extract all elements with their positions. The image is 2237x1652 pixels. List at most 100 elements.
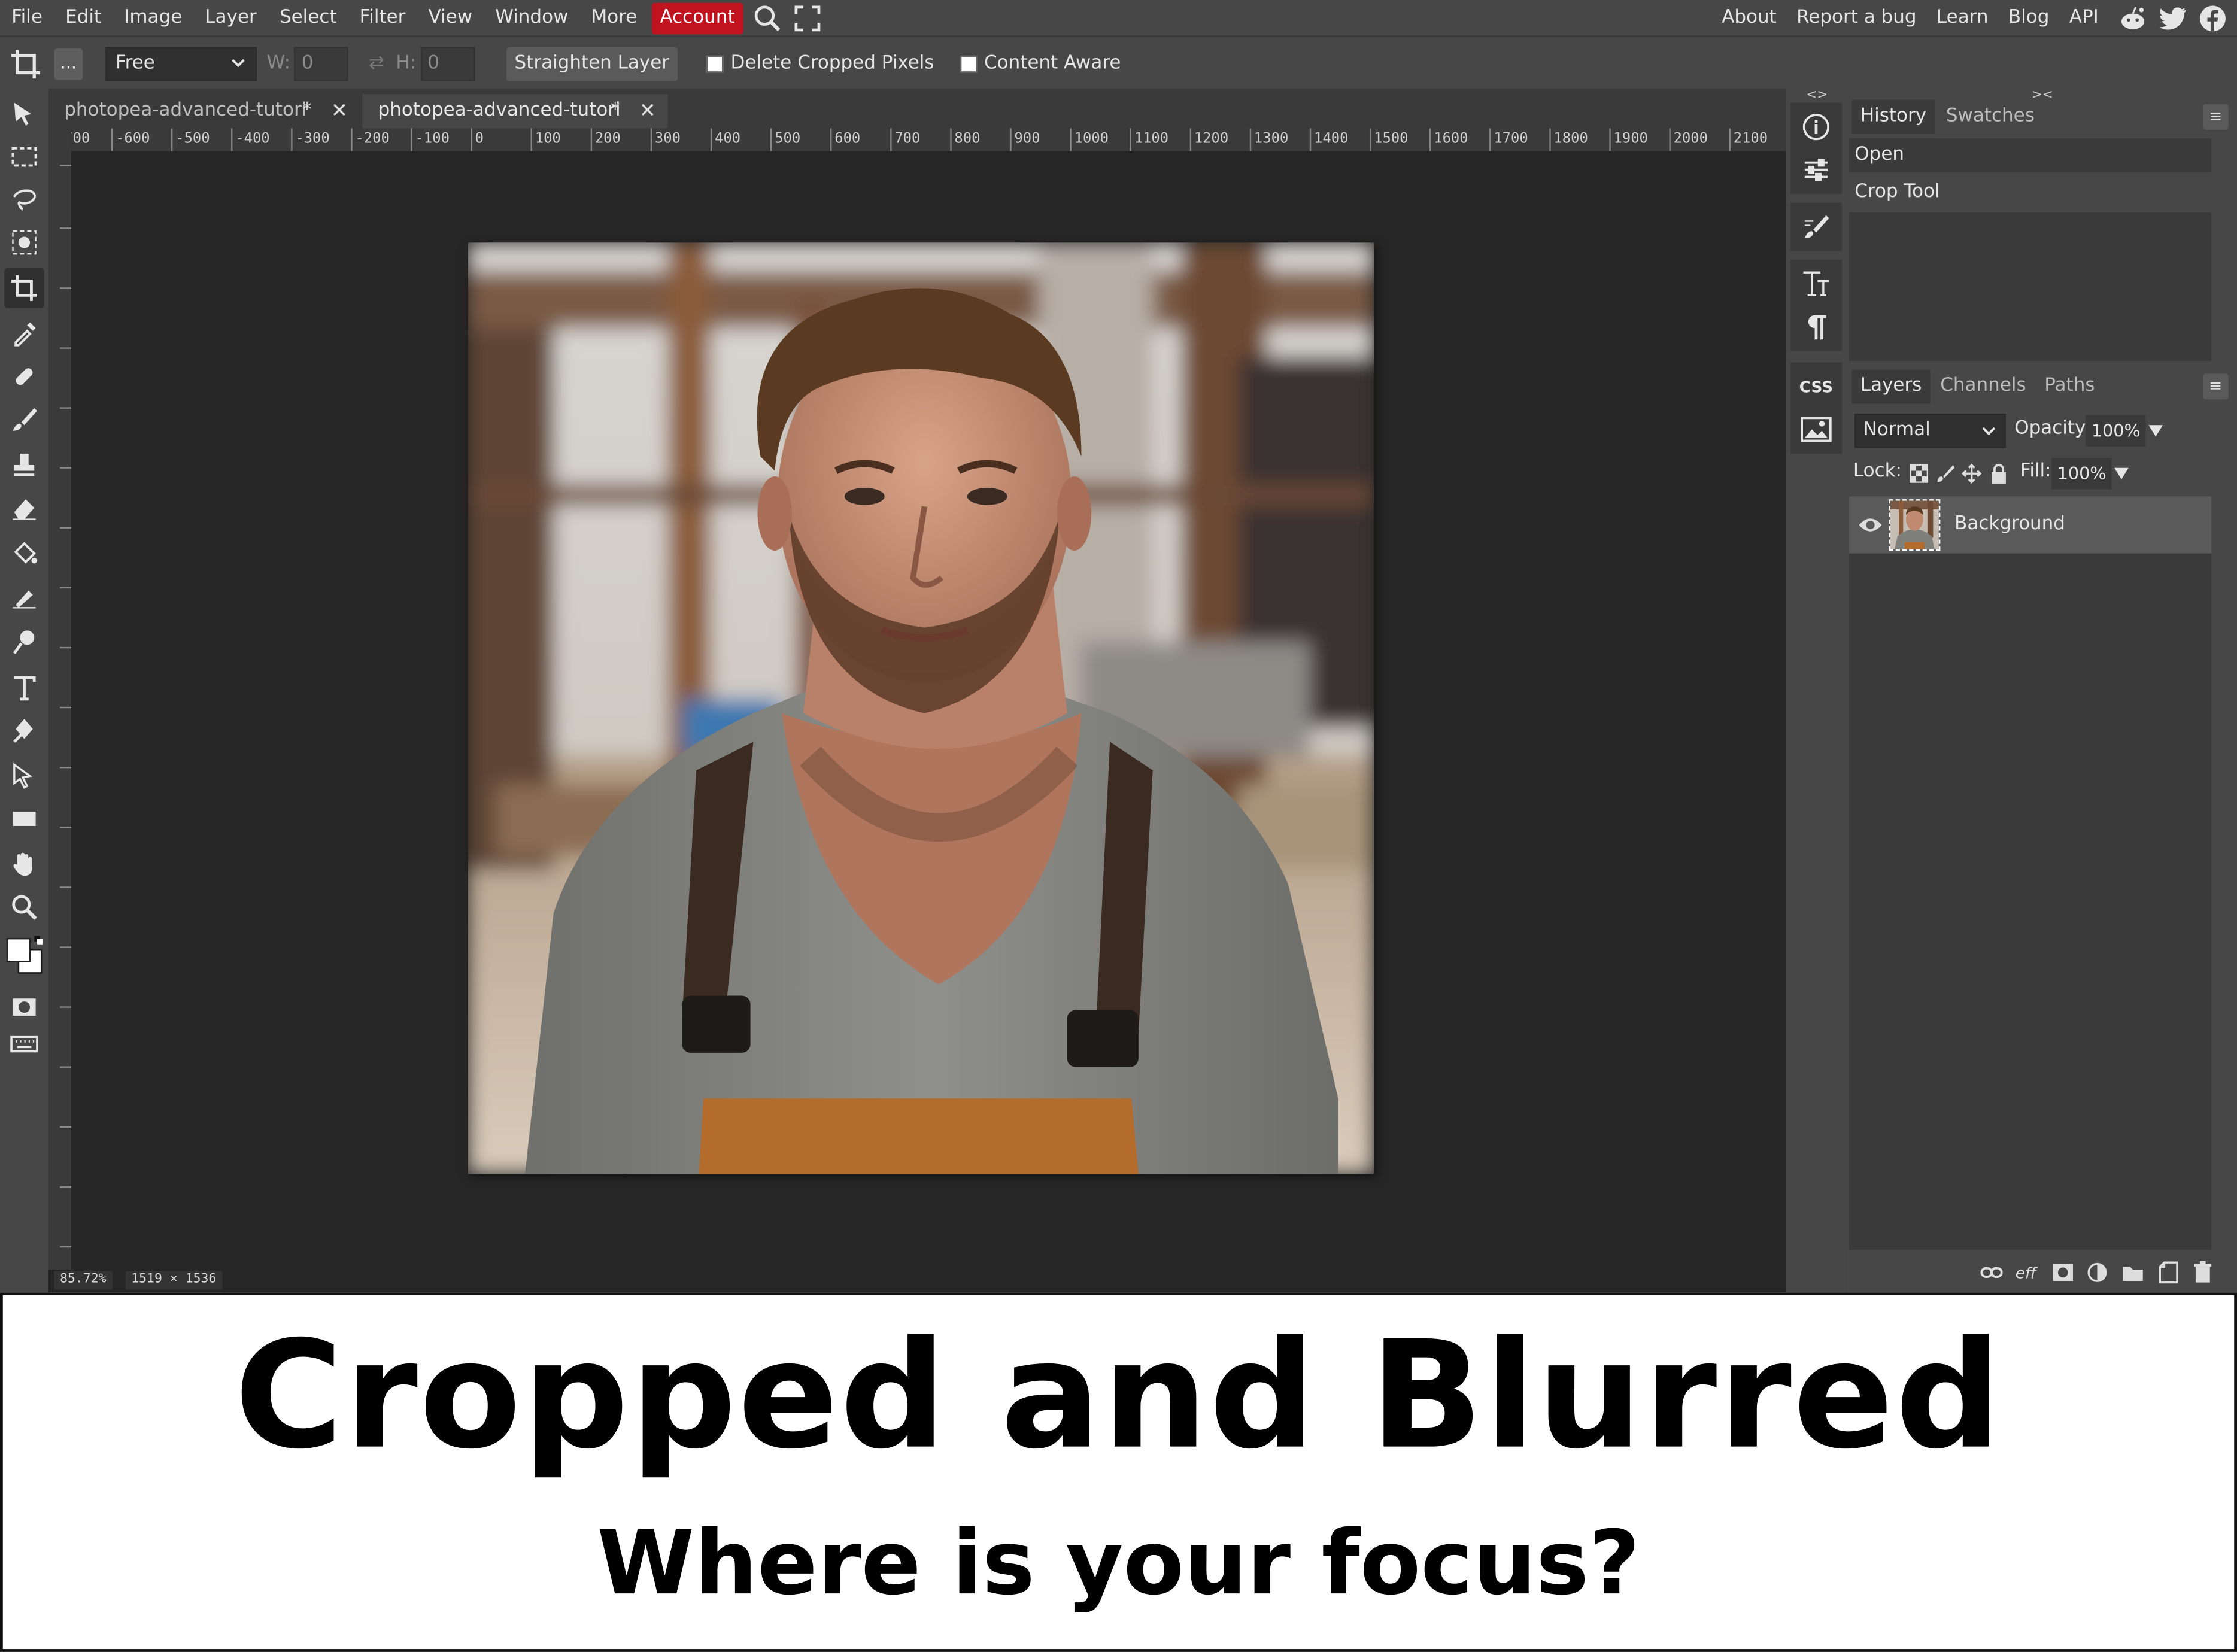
zoom-tool-icon[interactable]: [4, 887, 44, 927]
menu-window[interactable]: Window: [484, 0, 579, 36]
lasso-tool-icon[interactable]: [4, 180, 44, 220]
vertical-ruler: [48, 151, 72, 1270]
info-icon[interactable]: [1790, 105, 1842, 148]
move-tool-icon[interactable]: [4, 94, 44, 134]
ruler-tick-label: 1800: [1549, 128, 1588, 151]
smudge-tool-icon[interactable]: [4, 576, 44, 617]
crop-tool-icon[interactable]: [4, 268, 44, 308]
width-field[interactable]: 0: [295, 46, 349, 81]
healing-brush-tool-icon[interactable]: [4, 357, 44, 397]
twitter-icon[interactable]: [2157, 2, 2189, 34]
document-tab-2[interactable]: photopea-advanced-tutori * ✕: [362, 94, 668, 129]
quick-mask-icon[interactable]: [4, 987, 44, 1027]
menu-about[interactable]: About: [1712, 0, 1787, 36]
fill-field[interactable]: 100%: [2051, 458, 2112, 490]
menu-select[interactable]: Select: [268, 0, 348, 36]
close-icon[interactable]: ✕: [639, 94, 656, 128]
adjustments-icon[interactable]: [1790, 148, 1842, 191]
facebook-icon[interactable]: [2197, 2, 2228, 34]
document-image[interactable]: [468, 242, 1374, 1174]
new-group-folder-icon[interactable]: [2121, 1261, 2144, 1284]
fullscreen-icon[interactable]: [792, 2, 823, 34]
color-swatches-icon[interactable]: [4, 933, 44, 982]
lock-position-icon[interactable]: [1962, 462, 1982, 489]
tab-swatches[interactable]: Swatches: [1938, 100, 2044, 134]
search-icon[interactable]: [752, 2, 783, 34]
history-item-crop-tool[interactable]: Crop Tool: [1849, 175, 2212, 210]
photopea-app: File Edit Image Layer Select Filter View…: [0, 0, 2237, 1293]
crop-tool-icon[interactable]: [0, 38, 51, 89]
paragraph-icon[interactable]: [1790, 305, 1842, 348]
menu-file[interactable]: File: [0, 0, 54, 36]
checkbox-box[interactable]: [960, 54, 978, 72]
lock-pixels-icon[interactable]: [1936, 462, 1956, 489]
document-tab-1[interactable]: photopea-advanced-tutori * ✕: [48, 94, 360, 128]
adjustment-layer-icon[interactable]: [2086, 1261, 2108, 1284]
fill-dropdown-icon[interactable]: [2114, 467, 2129, 479]
lock-all-icon[interactable]: [1989, 462, 2008, 489]
collapse-left-toggle[interactable]: <>: [1806, 89, 1828, 103]
history-panel-menu-icon[interactable]: ≡: [2202, 104, 2229, 130]
menu-filter[interactable]: Filter: [348, 0, 417, 36]
canvas-area[interactable]: [71, 151, 1786, 1270]
marquee-tool-icon[interactable]: [4, 137, 44, 177]
character-icon[interactable]: [1790, 263, 1842, 305]
image-icon[interactable]: [1790, 408, 1842, 451]
dodge-tool-icon[interactable]: [4, 622, 44, 662]
close-icon[interactable]: ✕: [331, 94, 348, 128]
path-select-tool-icon[interactable]: [4, 756, 44, 796]
opacity-dropdown-icon[interactable]: [2148, 425, 2163, 437]
tab-layers[interactable]: Layers: [1851, 369, 1931, 404]
layer-row-background[interactable]: Background: [1849, 496, 2212, 554]
menu-view[interactable]: View: [417, 0, 484, 36]
menu-image[interactable]: Image: [113, 0, 193, 36]
paint-bucket-tool-icon[interactable]: [4, 533, 44, 573]
new-layer-icon[interactable]: [2157, 1261, 2180, 1284]
checkbox-box[interactable]: [706, 54, 724, 72]
pen-tool-icon[interactable]: [4, 710, 44, 751]
blend-mode-select[interactable]: Normal: [1854, 414, 2006, 448]
link-layers-icon[interactable]: [1980, 1261, 2003, 1284]
account-button[interactable]: Account: [651, 2, 743, 34]
height-field[interactable]: 0: [420, 46, 475, 81]
brush-tool-icon[interactable]: [4, 399, 44, 439]
menu-learn[interactable]: Learn: [1926, 0, 1998, 36]
menu-more[interactable]: More: [579, 0, 648, 36]
clone-stamp-tool-icon[interactable]: [4, 445, 44, 485]
tab-paths[interactable]: Paths: [2036, 369, 2104, 403]
css-icon[interactable]: CSS: [1790, 365, 1842, 408]
menu-report-bug[interactable]: Report a bug: [1786, 0, 1926, 36]
layers-panel-menu-icon[interactable]: ≡: [2202, 373, 2229, 400]
tab-history[interactable]: History: [1851, 99, 1935, 135]
eyedropper-tool-icon[interactable]: [4, 314, 44, 354]
layer-effects-icon[interactable]: eff: [2014, 1261, 2037, 1284]
zoom-level[interactable]: 85.72%: [54, 1271, 113, 1290]
content-aware-checkbox[interactable]: Content Aware: [960, 53, 1121, 74]
history-item-open[interactable]: Open: [1849, 138, 2212, 173]
ruler-tick-label: -100: [411, 128, 450, 151]
menu-blog[interactable]: Blog: [1998, 0, 2059, 36]
menu-layer[interactable]: Layer: [193, 0, 268, 36]
reddit-icon[interactable]: [2117, 2, 2148, 34]
hand-tool-icon[interactable]: [4, 845, 44, 885]
lock-transparency-icon[interactable]: [1909, 462, 1929, 489]
keyboard-icon[interactable]: [4, 1024, 44, 1064]
tab-channels[interactable]: Channels: [1932, 369, 2035, 403]
delete-layer-trash-icon[interactable]: [2192, 1261, 2214, 1284]
swap-dimensions-icon[interactable]: ⇄: [369, 53, 386, 74]
menu-api[interactable]: API: [2059, 0, 2108, 36]
menu-edit[interactable]: Edit: [54, 0, 113, 36]
layer-name[interactable]: Background: [1954, 496, 2065, 553]
type-tool-icon[interactable]: [4, 667, 44, 707]
crop-ratio-select[interactable]: Free: [105, 46, 257, 81]
straighten-layer-button[interactable]: Straighten Layer: [506, 46, 678, 81]
brush-settings-icon[interactable]: [1790, 205, 1842, 248]
eraser-tool-icon[interactable]: [4, 488, 44, 528]
delete-cropped-checkbox[interactable]: Delete Cropped Pixels: [706, 53, 934, 74]
opacity-field[interactable]: 100%: [2086, 415, 2147, 447]
visibility-eye-icon[interactable]: [1857, 514, 1883, 540]
tool-presets-button[interactable]: ...: [54, 47, 83, 80]
quick-select-tool-icon[interactable]: [4, 223, 44, 263]
add-mask-icon[interactable]: [2051, 1261, 2074, 1284]
rectangle-tool-icon[interactable]: [4, 799, 44, 839]
